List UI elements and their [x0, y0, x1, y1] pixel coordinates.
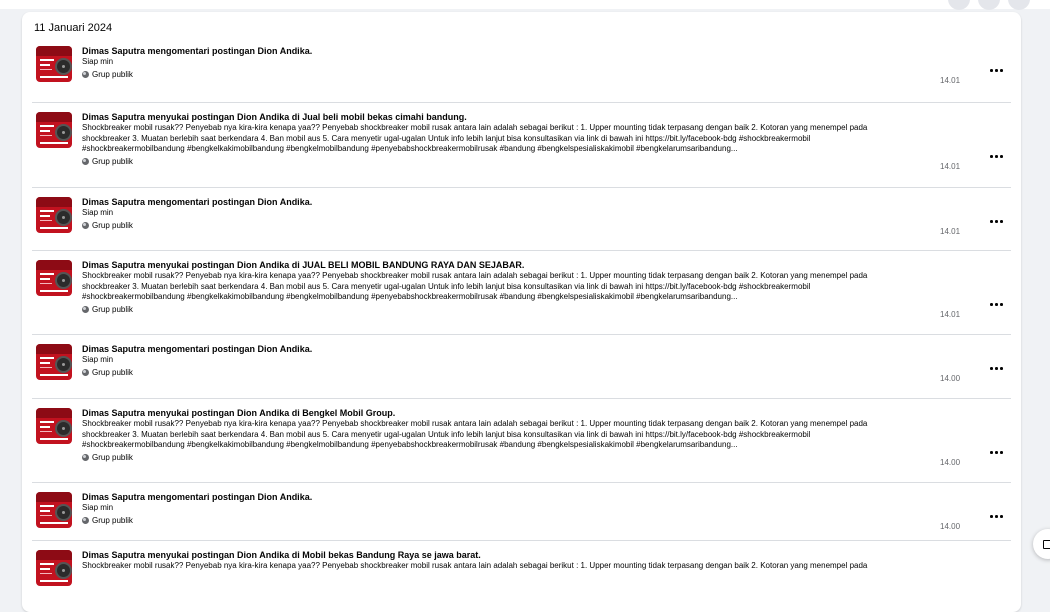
audience-label: Grup publik: [82, 69, 942, 80]
globe-icon: [82, 70, 89, 78]
post-thumbnail[interactable]: [36, 260, 72, 296]
more-options-icon[interactable]: [990, 364, 1004, 372]
audience-text: Grup publik: [92, 515, 133, 525]
activity-content: Dimas Saputra mengomentari postingan Dio…: [82, 344, 942, 378]
post-thumbnail[interactable]: [36, 550, 72, 586]
post-thumbnail[interactable]: [36, 112, 72, 148]
audience-text: Grup publik: [92, 304, 133, 314]
activity-snippet: Shockbreaker mobil rusak?? Penyebab nya …: [82, 123, 942, 155]
audience-label: Grup publik: [82, 452, 942, 463]
snippet-line: #shockbreakermobilbandung #bengkelkakimo…: [82, 292, 738, 301]
more-options-icon[interactable]: [990, 152, 1004, 160]
activity-content: Dimas Saputra menyukai postingan Dion An…: [82, 112, 942, 167]
globe-icon: [82, 157, 89, 165]
activity-title: Dimas Saputra menyukai postingan Dion An…: [82, 112, 467, 122]
post-thumbnail[interactable]: [36, 492, 72, 528]
timestamp: 14.01: [940, 76, 961, 85]
more-options-icon[interactable]: [990, 448, 1004, 456]
snippet-line: Siap min: [82, 355, 114, 364]
audience-label: Grup publik: [82, 515, 942, 526]
timestamp: 14.01: [940, 310, 961, 319]
snippet-line: Shockbreaker mobil rusak?? Penyebab nya …: [82, 123, 868, 132]
audience-label: Grup publik: [82, 367, 942, 378]
timestamp: 14.01: [940, 162, 961, 171]
activity-snippet: Shockbreaker mobil rusak?? Penyebab nya …: [82, 561, 942, 572]
more-options-icon[interactable]: [990, 217, 1004, 225]
post-thumbnail[interactable]: [36, 197, 72, 233]
snippet-line: Shockbreaker mobil rusak?? Penyebab nya …: [82, 419, 868, 428]
activity-snippet: Siap min: [82, 503, 942, 514]
snippet-line: #shockbreakermobilbandung #bengkelkakimo…: [82, 440, 738, 449]
post-thumbnail[interactable]: [36, 46, 72, 82]
activity-title: Dimas Saputra menyukai postingan Dion An…: [82, 550, 481, 560]
window-icon: [1043, 540, 1050, 549]
activity-title: Dimas Saputra mengomentari postingan Dio…: [82, 344, 313, 354]
activity-snippet: Shockbreaker mobil rusak?? Penyebab nya …: [82, 419, 942, 451]
activity-content: Dimas Saputra mengomentari postingan Dio…: [82, 46, 942, 80]
more-options-icon[interactable]: [990, 66, 1004, 74]
audience-text: Grup publik: [92, 156, 133, 166]
more-options-icon[interactable]: [990, 300, 1004, 308]
item-divider: [32, 187, 1011, 188]
snippet-line: Shockbreaker mobil rusak?? Penyebab nya …: [82, 561, 868, 570]
snippet-line: shockbreaker 3. Muatan berlebih saat ber…: [82, 429, 811, 439]
timestamp: 14.00: [940, 458, 961, 467]
snippet-line: shockbreaker 3. Muatan berlebih saat ber…: [82, 133, 811, 143]
post-thumbnail[interactable]: [36, 344, 72, 380]
item-divider: [32, 102, 1011, 103]
timestamp: 14.00: [940, 374, 961, 383]
top-header-edge: [0, 0, 1050, 9]
timestamp: 14.01: [940, 227, 961, 236]
snippet-line: Siap min: [82, 208, 114, 217]
item-divider: [32, 250, 1011, 251]
activity-title: Dimas Saputra mengomentari postingan Dio…: [82, 46, 313, 56]
globe-icon: [82, 516, 89, 524]
globe-icon: [82, 305, 89, 313]
globe-icon: [82, 221, 89, 229]
globe-icon: [82, 453, 89, 461]
audience-text: Grup publik: [92, 220, 133, 230]
activity-content: Dimas Saputra menyukai postingan Dion An…: [82, 408, 942, 463]
activity-title: Dimas Saputra menyukai postingan Dion An…: [82, 408, 396, 418]
item-divider: [32, 398, 1011, 399]
date-heading: 11 Januari 2024: [34, 22, 113, 34]
globe-icon: [82, 368, 89, 376]
audience-label: Grup publik: [82, 304, 942, 315]
activity-content: Dimas Saputra menyukai postingan Dion An…: [82, 260, 942, 315]
item-divider: [32, 334, 1011, 335]
activity-title: Dimas Saputra menyukai postingan Dion An…: [82, 260, 525, 270]
snippet-line: Siap min: [82, 57, 114, 66]
audience-text: Grup publik: [92, 367, 133, 377]
activity-content: Dimas Saputra mengomentari postingan Dio…: [82, 492, 942, 526]
snippet-line: Shockbreaker mobil rusak?? Penyebab nya …: [82, 271, 868, 280]
post-thumbnail[interactable]: [36, 408, 72, 444]
more-options-icon[interactable]: [990, 512, 1004, 520]
audience-label: Grup publik: [82, 156, 942, 167]
audience-text: Grup publik: [92, 69, 133, 79]
activity-log-card: 11 Januari 2024 14.01 Dimas Saputra mengo…: [22, 12, 1021, 612]
activity-snippet: Siap min: [82, 355, 942, 366]
snippet-line: shockbreaker 3. Muatan berlebih saat ber…: [82, 281, 811, 291]
item-divider: [32, 540, 1011, 541]
activity-snippet: Siap min: [82, 208, 942, 219]
timestamp: 14.00: [940, 522, 961, 531]
activity-content: Dimas Saputra mengomentari postingan Dio…: [82, 197, 942, 231]
activity-title: Dimas Saputra mengomentari postingan Dio…: [82, 197, 313, 207]
side-action-button[interactable]: [1033, 529, 1050, 559]
audience-label: Grup publik: [82, 220, 942, 231]
snippet-line: Siap min: [82, 503, 114, 512]
activity-snippet: Siap min: [82, 57, 942, 68]
activity-content: Dimas Saputra menyukai postingan Dion An…: [82, 550, 942, 572]
audience-text: Grup publik: [92, 452, 133, 462]
activity-snippet: Shockbreaker mobil rusak?? Penyebab nya …: [82, 271, 942, 303]
item-divider: [32, 482, 1011, 483]
activity-title: Dimas Saputra mengomentari postingan Dio…: [82, 492, 313, 502]
snippet-line: #shockbreakermobilbandung #bengkelkakimo…: [82, 144, 738, 153]
